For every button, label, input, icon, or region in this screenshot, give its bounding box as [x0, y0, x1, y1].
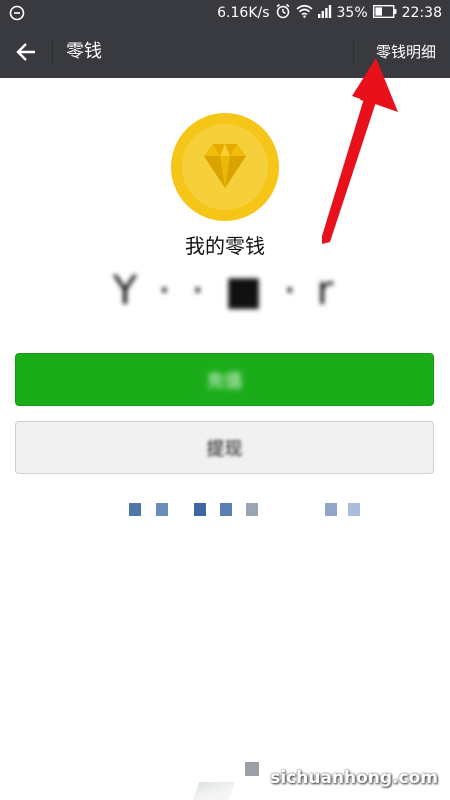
obscured-mark	[245, 762, 259, 776]
status-right: 6.16K/s 35% 22:38	[217, 0, 442, 26]
signal-icon	[317, 4, 332, 22]
wifi-icon	[295, 4, 313, 22]
coin-diamond-icon	[170, 112, 280, 222]
page-title: 零钱	[66, 41, 102, 62]
wallet-balance: Y · · ■ · r	[112, 268, 338, 314]
battery-percent: 35%	[336, 5, 368, 21]
title-bar: 零钱 零钱明细	[0, 26, 450, 78]
withdraw-button[interactable]: 提现	[15, 421, 434, 474]
withdraw-label: 提现	[206, 438, 243, 460]
clock-time: 22:38	[401, 5, 442, 21]
watermark-text: sichuanhong.com	[270, 768, 438, 788]
obscured-link-row[interactable]	[0, 500, 450, 520]
back-button[interactable]	[10, 36, 42, 68]
network-speed: 6.16K/s	[217, 5, 270, 21]
status-bar: 6.16K/s 35% 22:38	[0, 0, 450, 26]
recharge-button[interactable]: 充值	[15, 353, 434, 406]
recharge-label: 充值	[206, 370, 243, 392]
wallet-screen: 6.16K/s 35% 22:38 零钱 零钱明细 我的零钱 Y · · ■ ·…	[0, 0, 450, 800]
obscured-shape	[192, 782, 236, 800]
right-divider	[353, 40, 354, 64]
battery-icon	[372, 4, 397, 22]
notification-circle-icon	[8, 4, 26, 22]
wallet-detail-link[interactable]: 零钱明细	[376, 26, 436, 78]
title-divider	[52, 40, 53, 64]
alarm-icon	[275, 3, 291, 23]
arrow-left-icon	[16, 43, 35, 61]
wallet-label: 我的零钱	[185, 234, 265, 258]
